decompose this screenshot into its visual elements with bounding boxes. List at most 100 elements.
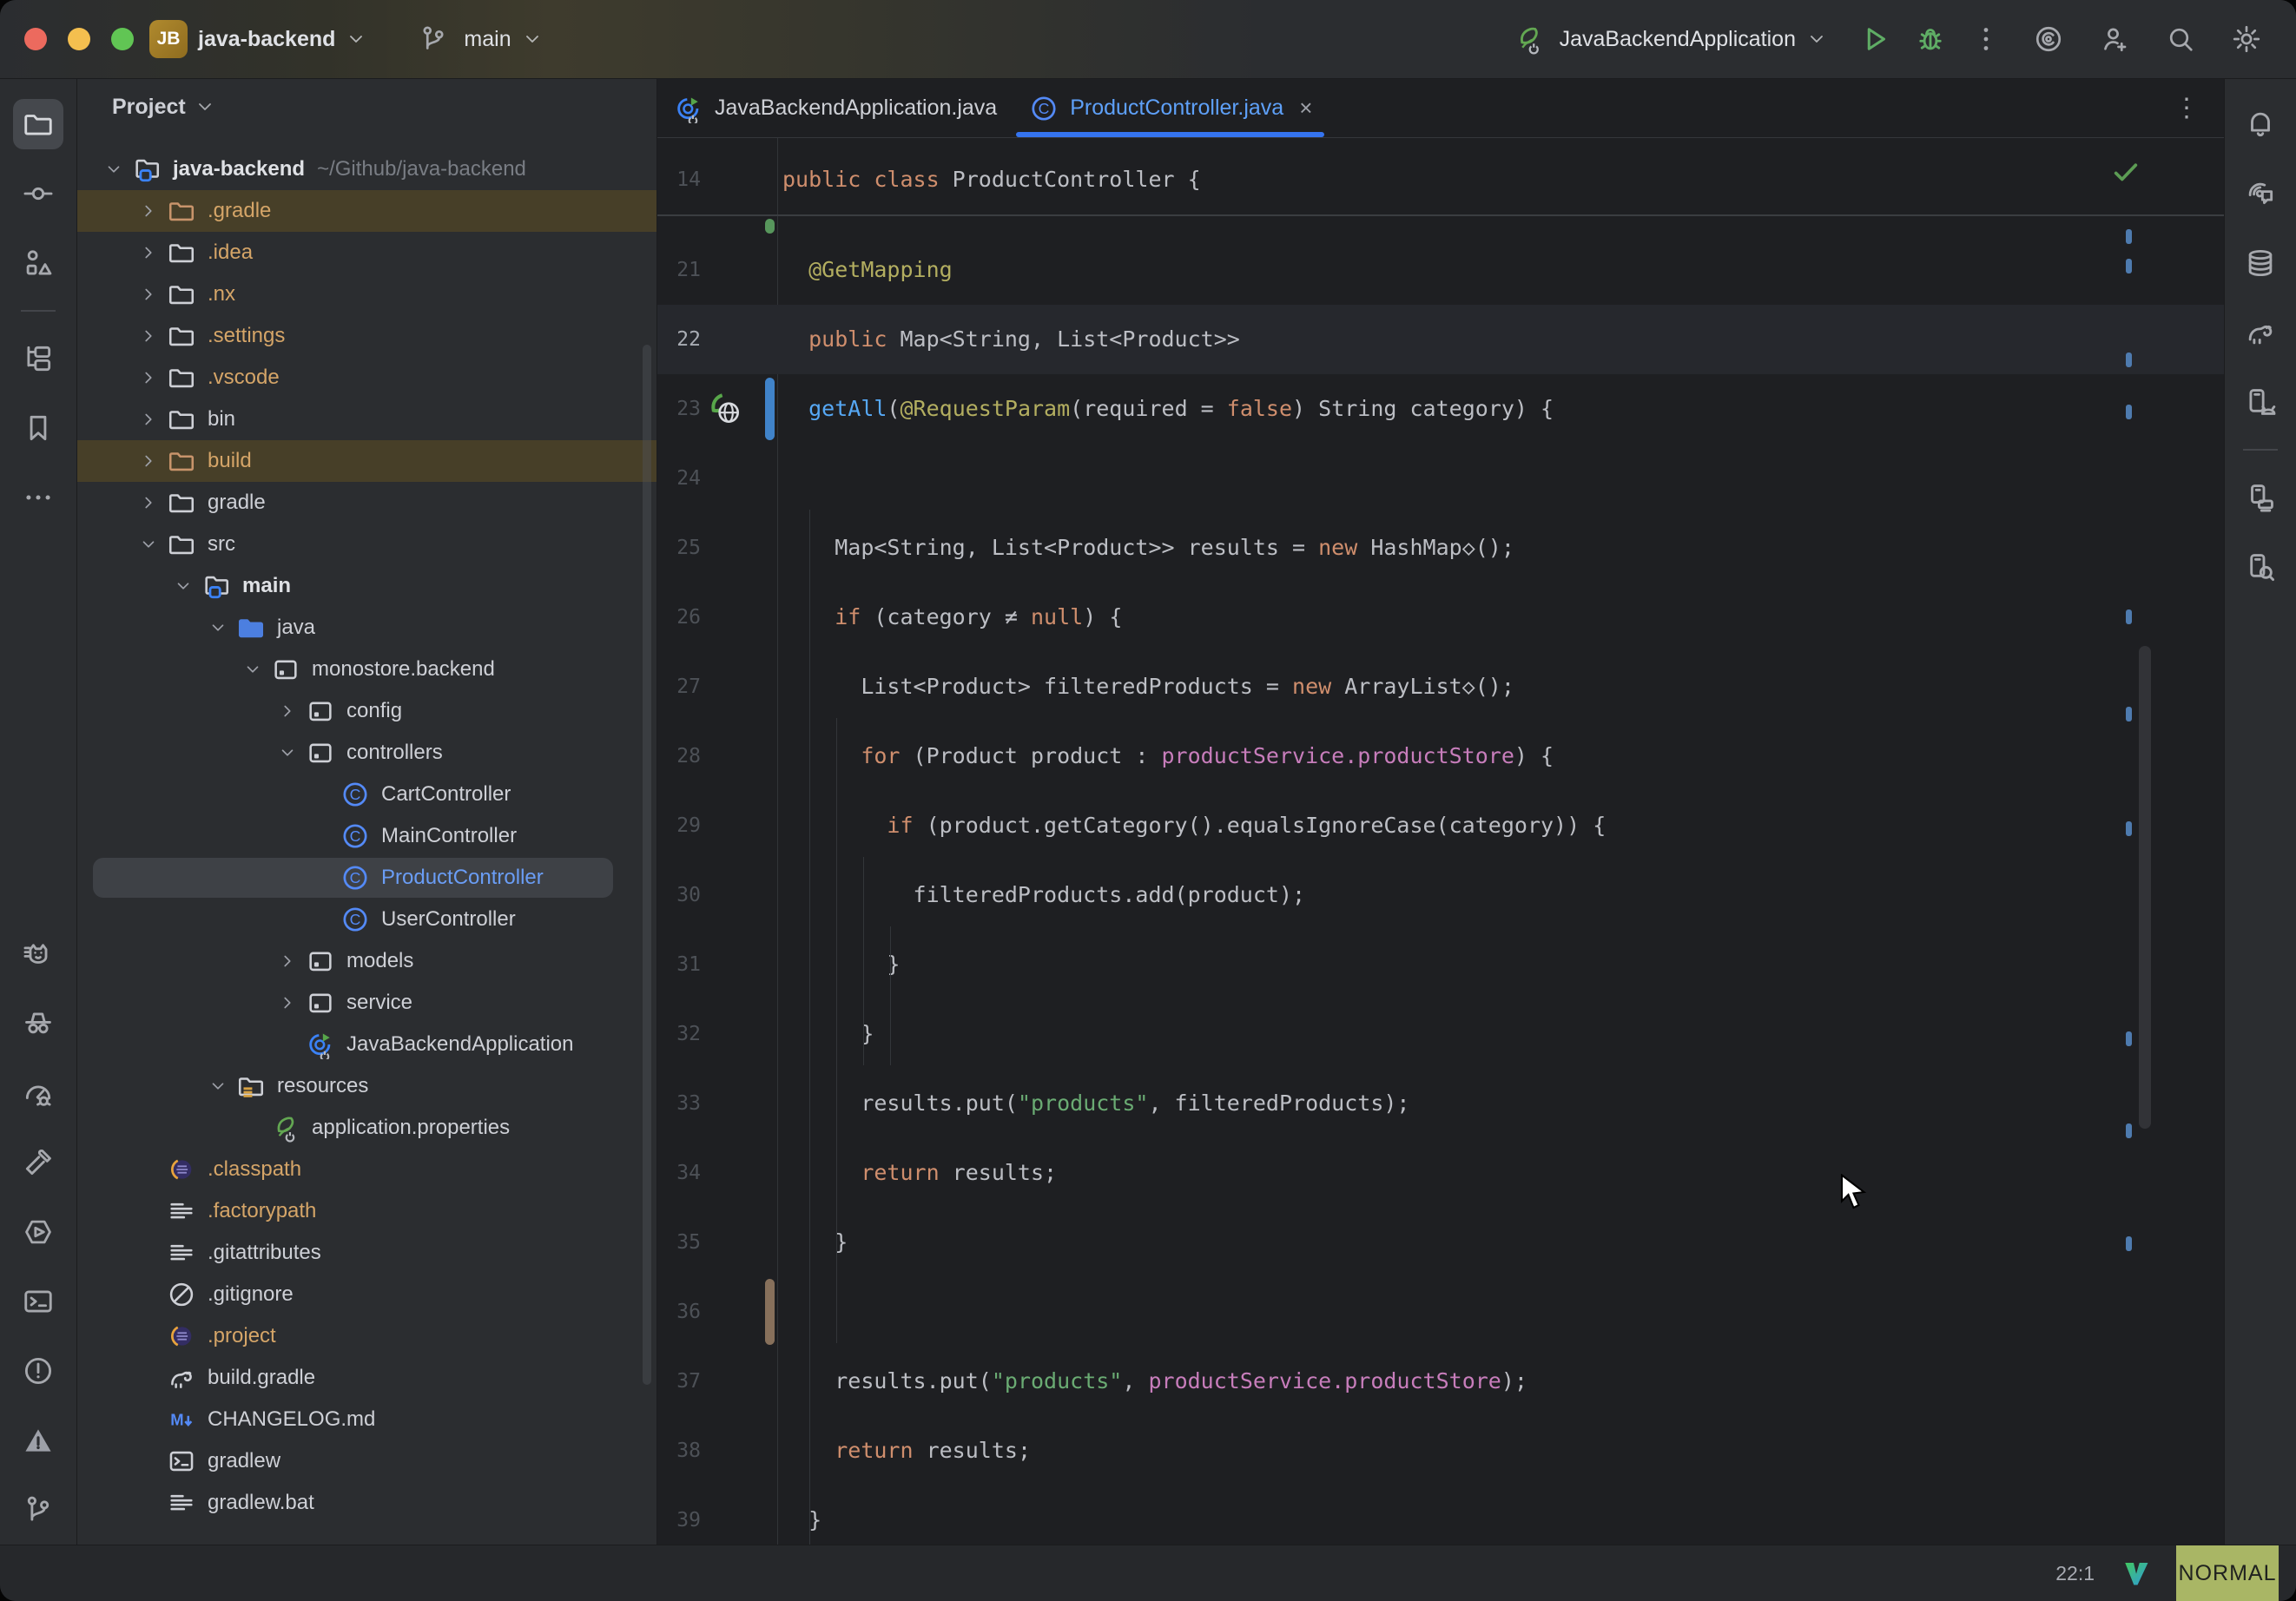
close-window-button[interactable] <box>24 28 47 50</box>
tree-expand-icon[interactable] <box>131 201 166 221</box>
error-stripe-mark[interactable] <box>2126 707 2132 721</box>
caret-position[interactable]: 22:1 <box>2055 1562 2095 1585</box>
gradle-tool-icon[interactable] <box>2235 307 2286 358</box>
tree-expand-icon[interactable] <box>201 618 235 637</box>
code-line-22[interactable]: 22 public Map<String, List<Product>> <box>657 305 2224 374</box>
device-explorer-icon[interactable] <box>2235 542 2286 592</box>
tree-expand-icon[interactable] <box>131 535 166 554</box>
tree-item-CartController[interactable]: C CartController <box>77 774 656 815</box>
services-tool-icon[interactable] <box>13 1207 63 1257</box>
build-tool-icon[interactable] <box>13 1137 63 1188</box>
tree-item-service[interactable]: service <box>77 982 656 1024</box>
code-line-35[interactable]: 35 } <box>657 1208 2224 1277</box>
code-line-25[interactable]: 25 Map<String, List<Product>> results = … <box>657 513 2224 583</box>
tree-expand-icon[interactable] <box>131 243 166 262</box>
tree-expand-icon[interactable] <box>270 743 305 762</box>
tree-item-.classpath[interactable]: .classpath <box>77 1149 656 1190</box>
code-line-36[interactable]: 36 <box>657 1277 2224 1347</box>
branch-widget[interactable]: main <box>401 12 554 66</box>
code-line-26[interactable]: 26 if (category ≠ null) { <box>657 583 2224 652</box>
tree-item-src[interactable]: src <box>77 524 656 565</box>
close-tab-icon[interactable]: × <box>1299 95 1312 122</box>
debug-button[interactable] <box>1910 19 1950 59</box>
tree-expand-icon[interactable] <box>131 368 166 387</box>
tree-expand-icon[interactable] <box>131 326 166 346</box>
error-stripe-mark[interactable] <box>2126 405 2132 419</box>
tree-item-.nx[interactable]: .nx <box>77 273 656 315</box>
ai-assistant-icon[interactable] <box>2029 19 2068 59</box>
minimize-window-button[interactable] <box>68 28 90 50</box>
tree-expand-icon[interactable] <box>96 160 131 179</box>
code-line-31[interactable]: 31 } <box>657 930 2224 999</box>
tree-expand-icon[interactable] <box>270 993 305 1012</box>
ai-chat-icon[interactable] <box>2235 168 2286 219</box>
editor-scrollbar[interactable] <box>2139 646 2151 1129</box>
tree-item-ProductController[interactable]: C ProductController <box>77 857 656 899</box>
code-editor[interactable]: 14 public class ProductController { 21 @… <box>657 138 2224 1545</box>
code-line-24[interactable]: 24 <box>657 444 2224 513</box>
code-line-29[interactable]: 29 if (product.getCategory().equalsIgnor… <box>657 791 2224 860</box>
vim-mode-badge[interactable]: NORMAL <box>2176 1545 2279 1601</box>
tree-item-resources[interactable]: resources <box>77 1065 656 1107</box>
tree-expand-icon[interactable] <box>235 660 270 679</box>
tree-item-.gitattributes[interactable]: .gitattributes <box>77 1232 656 1274</box>
run-button[interactable] <box>1855 19 1895 59</box>
incognito-tool-icon[interactable] <box>13 998 63 1049</box>
error-stripe-mark[interactable] <box>2126 821 2132 836</box>
code-line-33[interactable]: 33 results.put("products", filteredProdu… <box>657 1069 2224 1138</box>
code-line-34[interactable]: 34 return results; <box>657 1138 2224 1208</box>
search-everywhere-icon[interactable] <box>2161 19 2200 59</box>
tree-expand-icon[interactable] <box>131 451 166 471</box>
settings-icon[interactable] <box>2227 19 2266 59</box>
tree-item-UserController[interactable]: C UserController <box>77 899 656 940</box>
database-tool-icon[interactable] <box>2235 238 2286 288</box>
tree-item-main[interactable]: main <box>77 565 656 607</box>
tree-item-models[interactable]: models <box>77 940 656 982</box>
tree-item-JavaBackendApplication[interactable]: JavaBackendApplication <box>77 1024 656 1065</box>
tree-item-.factorypath[interactable]: .factorypath <box>77 1190 656 1232</box>
tree-expand-icon[interactable] <box>166 576 201 596</box>
problems-tool-icon[interactable] <box>13 1346 63 1396</box>
tree-item-.idea[interactable]: .idea <box>77 232 656 273</box>
vim-plugin-icon[interactable] <box>2121 1558 2152 1589</box>
error-stripe-mark[interactable] <box>2126 609 2132 624</box>
tree-item-controllers[interactable]: controllers <box>77 732 656 774</box>
editor-tab-JavaBackendApplication.java[interactable]: JavaBackendApplication.java <box>657 79 1013 137</box>
tree-item-java-backend[interactable]: java-backend ~/Github/java-backend <box>77 148 656 190</box>
tree-item-MainController[interactable]: C MainController <box>77 815 656 857</box>
project-widget[interactable]: JB java-backend <box>137 13 379 65</box>
tree-item-config[interactable]: config <box>77 690 656 732</box>
tree-item-.project[interactable]: .project <box>77 1315 656 1357</box>
run-configuration-widget[interactable]: JavaBackendApplication <box>1497 12 1839 66</box>
inspection-ok-icon[interactable] <box>2111 157 2141 187</box>
tree-item-bin[interactable]: bin <box>77 399 656 440</box>
editor-tab-ProductController.java[interactable]: C ProductController.java × <box>1013 79 1328 137</box>
tree-item-application.properties[interactable]: application.properties <box>77 1107 656 1149</box>
code-line-28[interactable]: 28 for (Product product : productService… <box>657 721 2224 791</box>
structure-tool-icon[interactable] <box>13 238 63 288</box>
project-tree-scrollbar[interactable] <box>643 345 651 1385</box>
zoom-window-button[interactable] <box>111 28 134 50</box>
rest-endpoint-icon[interactable] <box>708 392 742 426</box>
notifications-icon[interactable] <box>2235 99 2286 149</box>
error-stripe-mark[interactable] <box>2126 1236 2132 1251</box>
code-line-30[interactable]: 30 filteredProducts.add(product); <box>657 860 2224 930</box>
tree-expand-icon[interactable] <box>131 493 166 512</box>
project-tool-icon[interactable] <box>13 99 63 149</box>
tree-expand-icon[interactable] <box>270 702 305 721</box>
error-stripe-mark[interactable] <box>2126 1031 2132 1046</box>
more-actions-button[interactable] <box>1966 19 2006 59</box>
code-line-39[interactable]: 39 } <box>657 1486 2224 1545</box>
error-stripe-mark[interactable] <box>2126 259 2132 273</box>
tree-item-gradle[interactable]: gradle <box>77 482 656 524</box>
code-line-38[interactable]: 38 return results; <box>657 1416 2224 1486</box>
device-manager-icon[interactable] <box>2235 472 2286 523</box>
error-stripe-mark[interactable] <box>2126 229 2132 244</box>
running-devices-icon[interactable] <box>2235 377 2286 427</box>
tree-item-java[interactable]: java <box>77 607 656 649</box>
code-line-23[interactable]: 23 getAll(@RequestParam(required = false… <box>657 374 2224 444</box>
error-stripe-mark[interactable] <box>2126 352 2132 367</box>
tree-item-build.gradle[interactable]: build.gradle <box>77 1357 656 1399</box>
tree-item-gradlew[interactable]: gradlew <box>77 1440 656 1482</box>
code-line-37[interactable]: 37 results.put("products", productServic… <box>657 1347 2224 1416</box>
